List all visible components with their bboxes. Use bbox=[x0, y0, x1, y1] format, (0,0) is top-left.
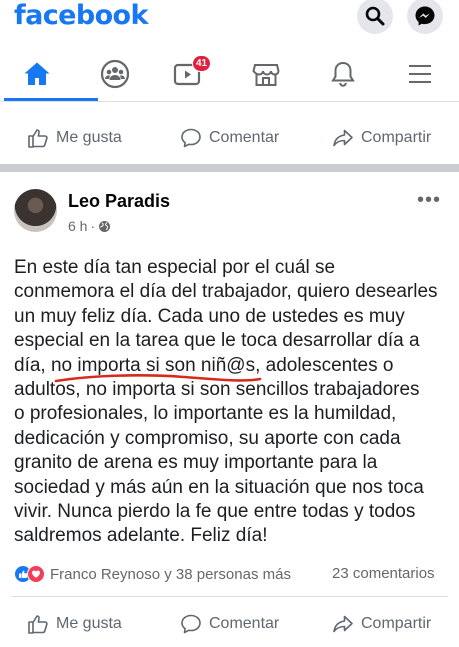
share-button[interactable]: Compartir bbox=[332, 127, 431, 149]
nav-notifications[interactable] bbox=[318, 54, 368, 94]
thumbs-up-icon bbox=[28, 129, 48, 148]
comment-label: Comentar bbox=[209, 129, 280, 146]
post-line: o profesionales, lo importante es la hum… bbox=[14, 403, 397, 425]
share-icon bbox=[333, 129, 353, 147]
bell-icon bbox=[331, 61, 355, 87]
share-label: Compartir bbox=[361, 129, 432, 146]
search-icon bbox=[365, 6, 385, 26]
nav-home[interactable] bbox=[12, 54, 62, 94]
post-line: En este día tan especial por el cuál se bbox=[14, 257, 336, 278]
like-button[interactable]: Me gusta bbox=[27, 613, 122, 635]
like-button[interactable]: Me gusta bbox=[27, 127, 122, 149]
messenger-button[interactable] bbox=[407, 0, 443, 34]
post-line: un muy feliz día. Cada uno de ustedes es… bbox=[14, 305, 405, 327]
post-line: dedicación y compromiso, su aporte con c… bbox=[14, 427, 401, 449]
post-options-button[interactable]: ••• bbox=[417, 189, 441, 212]
home-icon bbox=[24, 62, 50, 85]
search-button[interactable] bbox=[357, 0, 393, 34]
like-label: Me gusta bbox=[56, 129, 122, 146]
share-button[interactable]: Compartir bbox=[332, 613, 431, 635]
post-line: sociedad y más aún en la situación que n… bbox=[14, 476, 424, 498]
comment-label: Comentar bbox=[209, 615, 280, 632]
post-line: vivir. Nunca pierdo la fe que entre toda… bbox=[14, 501, 416, 523]
action-divider bbox=[12, 596, 448, 597]
post-time[interactable]: 6 h bbox=[68, 218, 87, 234]
post-meta: 6 h · bbox=[68, 218, 111, 234]
share-label: Compartir bbox=[361, 615, 432, 632]
notification-badge: 41 bbox=[192, 55, 212, 72]
comment-button[interactable]: Comentar bbox=[180, 127, 279, 149]
share-icon bbox=[333, 615, 353, 633]
post-line: especial en la tarea que le toca desarro… bbox=[14, 330, 420, 352]
post-author[interactable]: Leo Paradis bbox=[68, 191, 170, 212]
comments-count[interactable]: 23 comentarios bbox=[332, 565, 435, 582]
like-label: Me gusta bbox=[56, 615, 122, 632]
comment-icon bbox=[181, 128, 201, 148]
nav-divider bbox=[0, 101, 459, 102]
post-line: saldremos adelante. Feliz día! bbox=[14, 525, 268, 547]
comment-icon bbox=[181, 614, 201, 634]
comment-button[interactable]: Comentar bbox=[180, 613, 279, 635]
messenger-icon bbox=[415, 6, 435, 26]
post-separator bbox=[0, 164, 459, 172]
nav-marketplace[interactable] bbox=[241, 54, 291, 94]
red-underline-annotation bbox=[54, 374, 262, 383]
love-reaction-icon bbox=[27, 565, 45, 583]
facebook-logo[interactable]: facebook bbox=[14, 0, 148, 31]
globe-icon bbox=[99, 220, 111, 232]
post-line: granito de arena es muy importante para … bbox=[14, 452, 378, 474]
reactions-summary[interactable]: Franco Reynoso y 38 personas más bbox=[14, 565, 291, 583]
nav-menu[interactable] bbox=[395, 54, 445, 94]
reactions-text: Franco Reynoso y 38 personas más bbox=[50, 565, 291, 583]
nav-groups[interactable] bbox=[90, 54, 140, 94]
groups-icon bbox=[100, 59, 130, 89]
post-text: En este día tan especial por el cuál se … bbox=[14, 256, 446, 549]
meta-dot: · bbox=[90, 218, 96, 234]
hamburger-menu-icon bbox=[409, 65, 431, 83]
post-line: conmemora el día del trabajador, quiero … bbox=[14, 281, 438, 303]
marketplace-icon bbox=[252, 64, 280, 86]
author-avatar[interactable] bbox=[14, 189, 57, 232]
thumbs-up-icon bbox=[28, 615, 48, 634]
